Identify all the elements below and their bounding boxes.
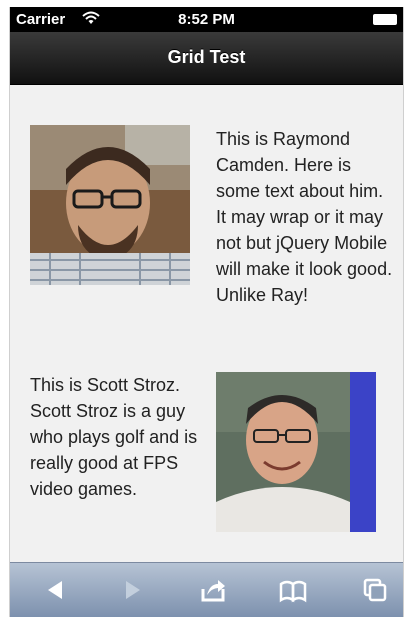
- phone-screen: Carrier 8:52 PM Grid Test This is Raymon…: [9, 7, 404, 617]
- scott-photo: [216, 372, 376, 532]
- nav-bar: Grid Test: [10, 32, 403, 85]
- back-button[interactable]: [40, 575, 70, 605]
- tabs-button[interactable]: [360, 575, 390, 605]
- share-button[interactable]: [198, 575, 228, 605]
- bookmarks-button[interactable]: [278, 575, 308, 605]
- share-icon: [201, 580, 225, 602]
- clock: 8:52 PM: [178, 11, 235, 28]
- back-arrow-icon: [48, 581, 62, 599]
- page-title: Grid Test: [167, 47, 246, 67]
- raymond-description: This is Raymond Camden. Here is some tex…: [216, 129, 393, 305]
- browser-toolbar: [10, 562, 403, 617]
- bookmarks-icon: [279, 580, 307, 603]
- battery-icon: [373, 14, 397, 25]
- scott-description: This is Scott Stroz. Scott Stroz is a gu…: [30, 375, 198, 499]
- content-area: This is Raymond Camden. Here is some tex…: [10, 85, 403, 565]
- status-bar: Carrier 8:52 PM: [10, 7, 403, 32]
- tabs-icon: [363, 578, 387, 602]
- forward-button[interactable]: [118, 575, 148, 605]
- raymond-photo: [30, 125, 190, 285]
- forward-arrow-icon: [126, 581, 140, 599]
